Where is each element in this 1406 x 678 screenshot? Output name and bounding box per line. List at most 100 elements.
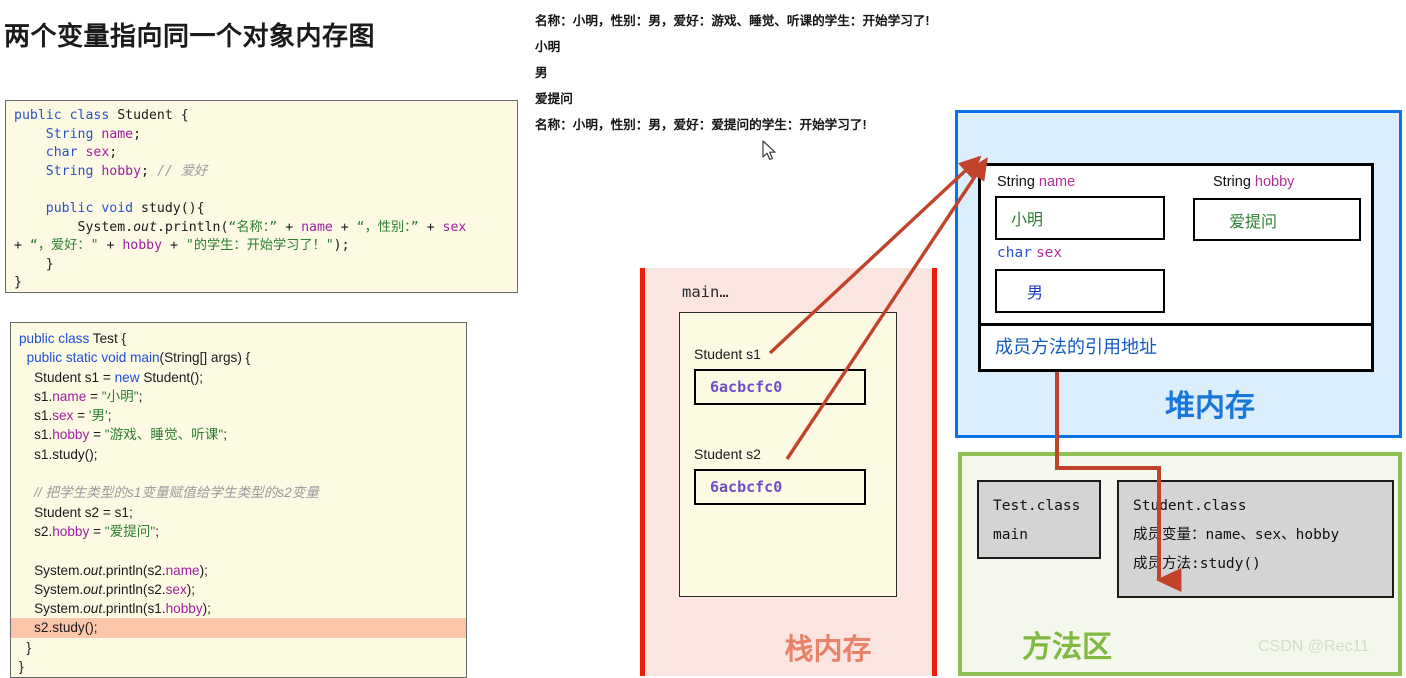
code-line: s2.hobby = "爱提问";: [19, 522, 460, 541]
student-class-fields: 成员变量：name、sex、hobby: [1133, 527, 1340, 543]
token-static-field: out: [133, 219, 157, 235]
heap-field-name-hobby: hobby: [1254, 174, 1295, 190]
token-plain: ;: [133, 126, 142, 142]
code-line: + “，爱好：" + hobby + "的学生：开始学习了！");: [14, 237, 509, 256]
heap-field-type-name: String: [997, 174, 1035, 190]
code-line: s1.study();: [19, 445, 460, 464]
code-line: }: [14, 275, 22, 291]
token-keyword: public static void main: [26, 350, 160, 366]
token-plain: System.: [77, 219, 134, 235]
token-plain: ;: [223, 427, 227, 443]
token-string: “，爱好：": [29, 238, 99, 254]
heap-field-value-sex: 男: [1027, 285, 1044, 302]
token-field: sex: [165, 581, 187, 597]
token-plain: ;: [109, 145, 118, 161]
student-class-name: Student.class: [1133, 498, 1247, 514]
token-plain: study(){: [133, 200, 205, 216]
token-string: "的学生：开始学习了！": [185, 238, 334, 254]
token-field: hobby: [52, 523, 90, 539]
heap-field-label-hobby: String hobby: [1213, 174, 1294, 190]
code-block-student-content: public class Student { String name; char…: [6, 101, 517, 292]
mouse-cursor: [762, 140, 776, 160]
token-plain: Student();: [139, 369, 204, 385]
code-line: System.out.println(“名称：” + name + “，性别：”…: [14, 219, 509, 238]
heap-field-label-name: String name: [997, 174, 1075, 190]
token-plain: =: [73, 408, 89, 424]
token-plain: );: [199, 562, 208, 578]
code-line: // 把学生类型的s1变量赋值给学生类型的s2变量: [19, 483, 460, 502]
watermark: CSDN @Rec11: [1258, 638, 1370, 655]
token-plain: Student s2 = s1;: [34, 504, 133, 520]
token-plain: s1.study();: [34, 446, 98, 462]
code-line: s1.sex = '男';: [19, 406, 460, 425]
token-type: String: [45, 126, 94, 142]
stack-var-label-s2: Student s2: [694, 446, 761, 462]
token-plain: .println(: [156, 219, 229, 235]
method-area-label: 方法区: [1022, 631, 1112, 664]
console-line: 爱提问: [535, 92, 573, 106]
code-line: System.out.println(s2.sex);: [19, 580, 460, 599]
heap-field-label-sex: char sex: [997, 245, 1062, 261]
token-comment: // 爱好: [156, 163, 208, 179]
test-class-name: Test.class: [993, 498, 1081, 514]
token-string: "游戏、睡觉、听课": [104, 427, 224, 443]
token-plain: +: [332, 219, 357, 235]
token-field: sex: [442, 219, 467, 235]
token-string: “，性别：”: [356, 219, 419, 235]
token-plain: ;: [141, 163, 157, 179]
token-static-field: out: [83, 601, 103, 617]
token-plain: );: [333, 238, 350, 254]
code-line: System.out.println(s2.name);: [19, 561, 460, 580]
heap-field-box-hobby: 爱提问: [1193, 198, 1361, 241]
heap-field-box-sex: 男: [995, 269, 1165, 313]
token-plain: ;: [107, 408, 112, 424]
token-plain: +: [98, 238, 123, 254]
heap-memory-label: 堆内存: [1165, 390, 1255, 423]
token-field: hobby: [165, 601, 203, 617]
heap-field-box-name: 小明: [995, 196, 1165, 240]
token-plain: =: [86, 388, 102, 404]
token-plain: ;: [155, 523, 160, 539]
token-keyword: public: [45, 200, 94, 216]
token-field: name: [93, 126, 134, 142]
token-plain: s1.: [34, 427, 53, 443]
token-field: sex: [52, 408, 74, 424]
method-area-student-class-box: Student.class 成员变量：name、sex、hobby 成员方法:s…: [1117, 480, 1394, 598]
stack-main-frame: Student s1 6acbcfc0 Student s2 6acbcfc0: [679, 312, 897, 597]
token-plain: Student {: [109, 108, 189, 123]
heap-field-value-name: 小明: [1011, 212, 1044, 229]
token-type: String: [45, 163, 94, 179]
token-string: '男': [88, 408, 108, 424]
page-title: 两个变量指向同一个对象内存图: [4, 21, 376, 51]
token-field: hobby: [122, 238, 163, 254]
token-keyword: public: [14, 108, 62, 123]
token-field: name: [301, 219, 333, 235]
token-field: name: [52, 388, 87, 404]
token-static-field: out: [83, 581, 103, 597]
code-block-student: public class Student { String name; char…: [5, 100, 518, 293]
token-plain: +: [162, 238, 186, 254]
token-static-field: out: [83, 562, 103, 578]
code-line: public class Test {: [19, 329, 460, 348]
token-plain: =: [89, 523, 105, 539]
token-plain: s2.: [34, 523, 53, 539]
token-plain: =: [89, 427, 105, 443]
token-field: sex: [77, 145, 110, 161]
code-line: s1.hobby = "游戏、睡觉、听课";: [19, 425, 460, 444]
heap-field-value-hobby: 爱提问: [1229, 213, 1278, 231]
token-plain: .println(s1.: [102, 601, 166, 617]
token-field: name: [165, 562, 200, 578]
token-field: hobby: [52, 427, 90, 443]
token-plain: +: [418, 219, 443, 235]
code-line: public void study(){: [14, 200, 509, 219]
token-plain: +: [14, 238, 30, 254]
code-line: s1.name = "小明";: [19, 387, 460, 406]
stack-var-box-s1: 6acbcfc0: [694, 369, 866, 405]
stack-var-value-s2: 6acbcfc0: [710, 478, 783, 496]
heap-field-name-name: name: [1038, 174, 1076, 190]
stack-var-value-s1: 6acbcfc0: [710, 378, 783, 396]
stack-var-label-s1: Student s1: [694, 346, 761, 362]
